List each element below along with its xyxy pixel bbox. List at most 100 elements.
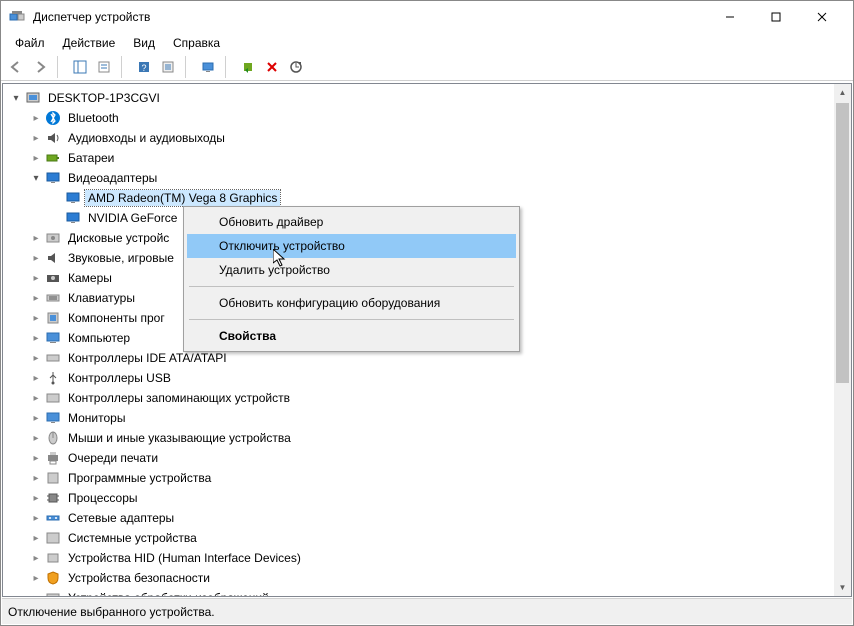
sound-icon [45,250,61,266]
scroll-track[interactable] [834,101,851,579]
tree-category-system[interactable]: ▸ Системные устройства [3,528,834,548]
expand-icon[interactable]: ▸ [29,371,43,385]
tree-category-printqueues[interactable]: ▸ Очереди печати [3,448,834,468]
expand-icon[interactable]: ▸ [29,571,43,585]
forward-button[interactable] [29,56,51,78]
tree-label: Видеоадаптеры [65,170,160,186]
expand-icon[interactable]: ▸ [29,131,43,145]
tree-label: Устройства обработки изображений [65,590,272,596]
expand-icon[interactable]: ▸ [29,151,43,165]
close-button[interactable] [799,2,845,32]
tree-root[interactable]: ▾ DESKTOP-1P3CGVI [3,88,834,108]
monitor-button[interactable] [197,56,219,78]
menu-help[interactable]: Справка [165,34,228,52]
minimize-button[interactable] [707,2,753,32]
titlebar: Диспетчер устройств [1,1,853,33]
expand-icon[interactable]: ▾ [9,91,23,105]
cm-separator [189,319,514,320]
cm-update-driver[interactable]: Обновить драйвер [187,210,516,234]
cm-uninstall-device[interactable]: Удалить устройство [187,258,516,282]
vertical-scrollbar[interactable]: ▲ ▼ [834,84,851,596]
tree-label: Компоненты прог [65,310,168,326]
menu-view[interactable]: Вид [125,34,163,52]
statusbar: Отключение выбранного устройства. [2,598,852,624]
expand-icon[interactable]: ▸ [29,231,43,245]
maximize-button[interactable] [753,2,799,32]
tree-category-batteries[interactable]: ▸ Батареи [3,148,834,168]
svg-text:?: ? [141,63,146,73]
expand-icon[interactable]: ▸ [29,591,43,596]
tree-device-amd[interactable]: ▸ AMD Radeon(TM) Vega 8 Graphics [3,188,834,208]
tree-label: NVIDIA GeForce [85,210,180,226]
tree-category-audio[interactable]: ▸ Аудиовходы и аудиовыходы [3,128,834,148]
tree-category-processors[interactable]: ▸ Процессоры [3,488,834,508]
tree-category-storage[interactable]: ▸ Контроллеры запоминающих устройств [3,388,834,408]
system-icon [45,530,61,546]
expand-icon[interactable]: ▸ [29,511,43,525]
computer-icon [25,90,41,106]
uninstall-button[interactable] [261,56,283,78]
scroll-thumb[interactable] [836,103,849,383]
tree-category-monitors[interactable]: ▸ Мониторы [3,408,834,428]
properties-button[interactable] [93,56,115,78]
menu-action[interactable]: Действие [55,34,124,52]
computer-icon [45,330,61,346]
tree-category-imaging[interactable]: ▸ Устройства обработки изображений [3,588,834,596]
expand-icon[interactable]: ▸ [29,531,43,545]
expand-icon[interactable]: ▸ [29,271,43,285]
scan-button[interactable] [285,56,307,78]
expand-icon[interactable]: ▸ [29,291,43,305]
expand-icon[interactable]: ▸ [29,551,43,565]
toolbar-separator [57,56,63,78]
network-icon [45,510,61,526]
tree-label: Звуковые, игровые [65,250,177,266]
scroll-up-button[interactable]: ▲ [834,84,851,101]
tree-category-hid[interactable]: ▸ Устройства HID (Human Interface Device… [3,548,834,568]
toolbar-separator [225,56,231,78]
enable-button[interactable] [237,56,259,78]
expand-icon[interactable]: ▸ [29,391,43,405]
tree-category-network[interactable]: ▸ Сетевые адаптеры [3,508,834,528]
expand-icon[interactable]: ▸ [29,251,43,265]
tree-category-usb[interactable]: ▸ Контроллеры USB [3,368,834,388]
menu-file[interactable]: Файл [7,34,53,52]
expand-icon[interactable]: ▸ [29,111,43,125]
storage-icon [45,390,61,406]
usb-icon [45,370,61,386]
expand-icon[interactable]: ▸ [29,311,43,325]
printer-icon [45,450,61,466]
tree-category-bluetooth[interactable]: ▸ Bluetooth [3,108,834,128]
tree-label: Камеры [65,270,115,286]
mouse-icon [45,430,61,446]
tree-category-display[interactable]: ▾ Видеоадаптеры [3,168,834,188]
help-button[interactable]: ? [133,56,155,78]
cm-disable-device[interactable]: Отключить устройство [187,234,516,258]
expand-icon[interactable]: ▸ [29,411,43,425]
display-adapter-icon [65,210,81,226]
action-button[interactable] [157,56,179,78]
scroll-down-button[interactable]: ▼ [834,579,851,596]
expand-icon[interactable]: ▸ [29,351,43,365]
expand-icon[interactable]: ▸ [29,491,43,505]
expand-icon[interactable]: ▸ [29,471,43,485]
toolbar-separator [121,56,127,78]
cpu-icon [45,490,61,506]
display-adapter-icon [65,190,81,206]
tree-label: Программные устройства [65,470,214,486]
tree-category-mice[interactable]: ▸ Мыши и иные указывающие устройства [3,428,834,448]
expand-icon[interactable]: ▸ [29,431,43,445]
tree-label: Батареи [65,150,117,166]
collapse-icon[interactable]: ▾ [29,171,43,185]
expand-icon[interactable]: ▸ [29,451,43,465]
app-icon [9,9,25,25]
tree-label: Системные устройства [65,530,200,546]
cm-scan-hardware[interactable]: Обновить конфигурацию оборудования [187,291,516,315]
expand-icon[interactable]: ▸ [29,331,43,345]
show-hide-tree-button[interactable] [69,56,91,78]
tree-category-softdev[interactable]: ▸ Программные устройства [3,468,834,488]
cm-properties[interactable]: Свойства [187,324,516,348]
back-button[interactable] [5,56,27,78]
tree-label: Устройства HID (Human Interface Devices) [65,550,304,566]
bluetooth-icon [45,110,61,126]
tree-category-security[interactable]: ▸ Устройства безопасности [3,568,834,588]
